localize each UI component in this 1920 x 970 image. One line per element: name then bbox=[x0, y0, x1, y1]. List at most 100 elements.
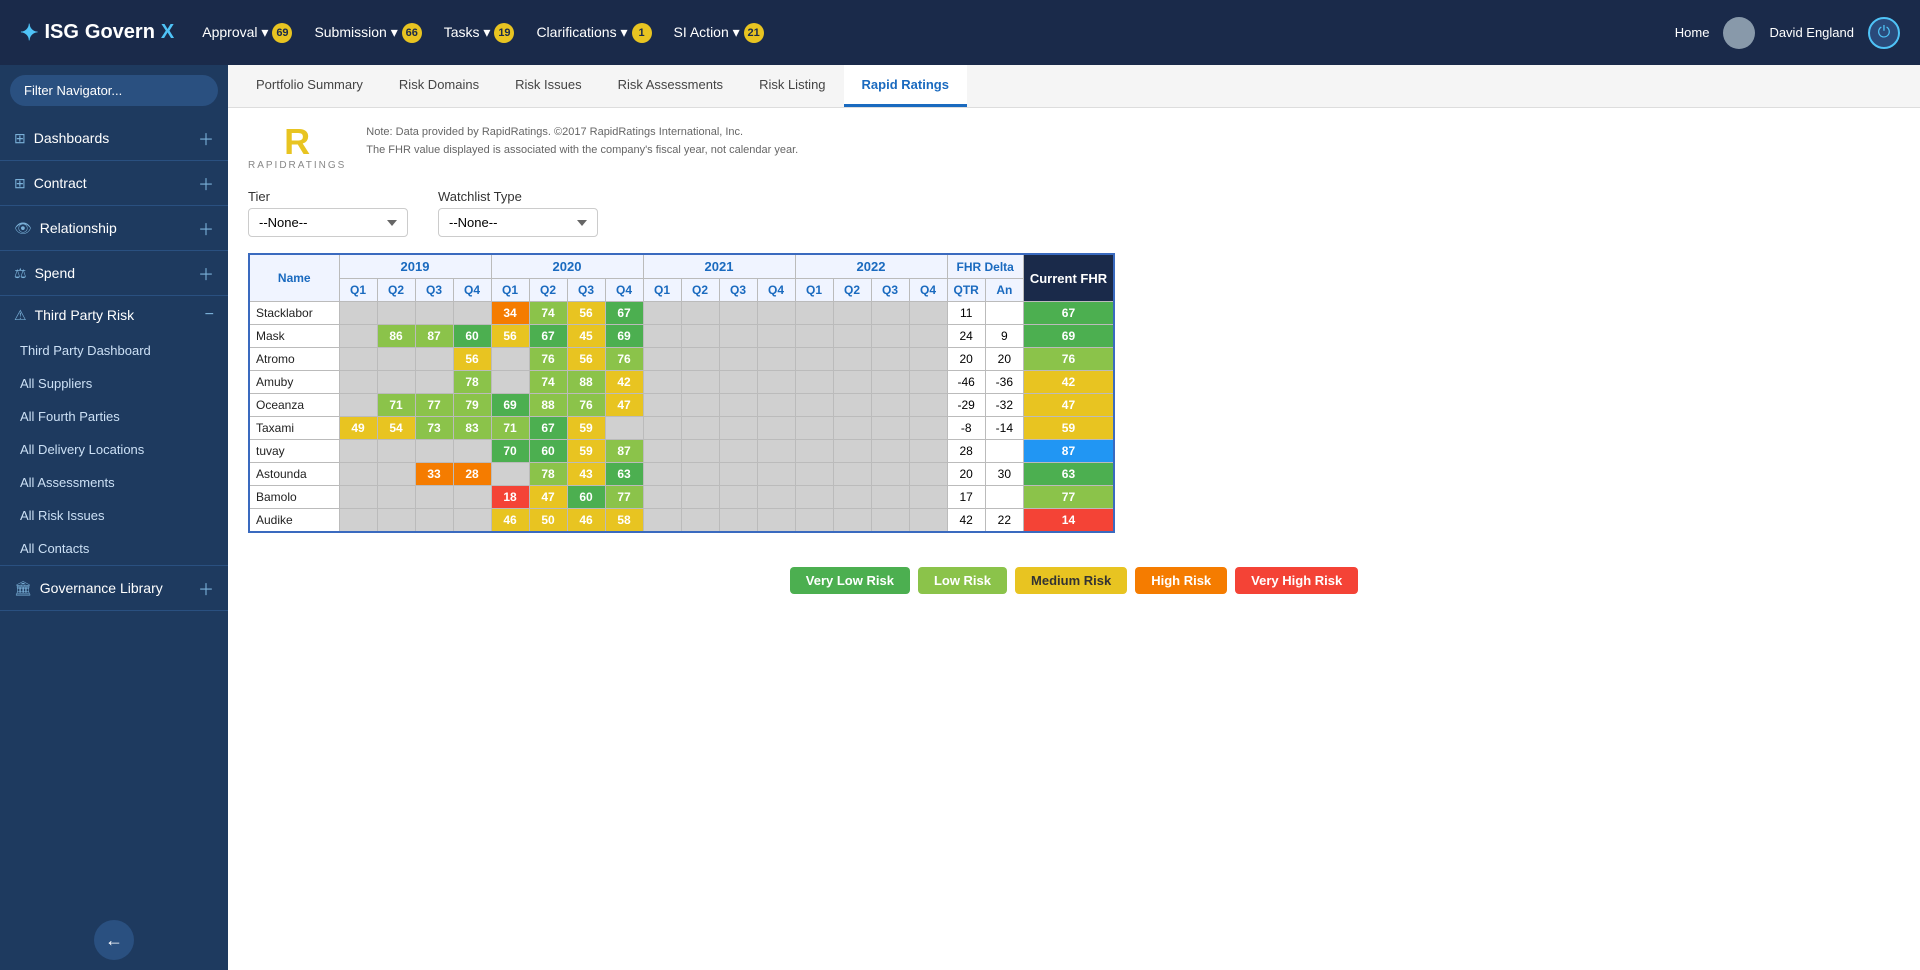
tab-risk-domains[interactable]: Risk Domains bbox=[381, 65, 497, 107]
cell-value bbox=[909, 463, 947, 486]
tab-risk-assessments[interactable]: Risk Assessments bbox=[600, 65, 741, 107]
sidebar-item-third-party-dashboard[interactable]: Third Party Dashboard bbox=[0, 334, 228, 367]
cell-value bbox=[681, 463, 719, 486]
col-2021-header: 2021 bbox=[643, 254, 795, 279]
cell-value bbox=[377, 440, 415, 463]
tab-rapid-ratings[interactable]: Rapid Ratings bbox=[844, 65, 967, 107]
nav-approval-badge: 69 bbox=[272, 23, 292, 43]
cell-value: 56 bbox=[567, 348, 605, 371]
filter-navigator[interactable]: Filter Navigator... bbox=[10, 75, 218, 106]
nav-si-action[interactable]: SI Action ▾ 21 bbox=[666, 19, 772, 47]
cell-value: 67 bbox=[605, 302, 643, 325]
sidebar-item-all-assessments[interactable]: All Assessments bbox=[0, 466, 228, 499]
rapid-note-line1: Note: Data provided by RapidRatings. ©20… bbox=[366, 124, 798, 142]
sidebar-item-all-risk-issues[interactable]: All Risk Issues bbox=[0, 499, 228, 532]
cell-value bbox=[757, 486, 795, 509]
nav-clarifications-label: Clarifications ▾ bbox=[536, 24, 627, 41]
sidebar-item-all-delivery-locations[interactable]: All Delivery Locations bbox=[0, 433, 228, 466]
nav-submission[interactable]: Submission ▾ 66 bbox=[306, 19, 429, 47]
cell-value bbox=[719, 463, 757, 486]
cell-value: 46 bbox=[567, 509, 605, 533]
col-2019-q2: Q2 bbox=[377, 279, 415, 302]
sidebar-section-contract: ⊞Contract ＋ bbox=[0, 161, 228, 206]
cell-value: 77 bbox=[415, 394, 453, 417]
sidebar-governance-header[interactable]: 🏛Governance Library ＋ bbox=[0, 566, 228, 610]
cell-value bbox=[909, 348, 947, 371]
cell-value bbox=[453, 302, 491, 325]
home-link[interactable]: Home bbox=[1675, 25, 1710, 40]
cell-value bbox=[871, 348, 909, 371]
watchlist-label: Watchlist Type bbox=[438, 189, 598, 204]
sidebar-item-all-suppliers[interactable]: All Suppliers bbox=[0, 367, 228, 400]
cell-fhr-an: -36 bbox=[985, 371, 1023, 394]
cell-value bbox=[795, 440, 833, 463]
cell-value: 67 bbox=[529, 417, 567, 440]
col-2022-header: 2022 bbox=[795, 254, 947, 279]
cell-value bbox=[415, 371, 453, 394]
watchlist-filter-group: Watchlist Type --None-- bbox=[438, 189, 598, 237]
col-fhr-delta-header: FHR Delta bbox=[947, 254, 1023, 279]
cell-name: Stacklabor bbox=[249, 302, 339, 325]
cell-current-fhr: 76 bbox=[1023, 348, 1114, 371]
back-button[interactable]: ← bbox=[94, 920, 134, 960]
nav-si-action-label: SI Action ▾ bbox=[674, 24, 740, 41]
cell-value bbox=[871, 509, 909, 533]
nav-clarifications-badge: 1 bbox=[632, 23, 652, 43]
nav-submission-label: Submission ▾ bbox=[314, 24, 397, 41]
cell-fhr-an: 20 bbox=[985, 348, 1023, 371]
cell-value bbox=[833, 486, 871, 509]
nav-approval[interactable]: Approval ▾ 69 bbox=[194, 19, 300, 47]
cell-value: 60 bbox=[529, 440, 567, 463]
power-button[interactable]: ⏻ bbox=[1868, 17, 1900, 49]
cell-fhr-an bbox=[985, 486, 1023, 509]
sidebar-section-relationship: 👁Relationship ＋ bbox=[0, 206, 228, 251]
cell-value bbox=[871, 371, 909, 394]
sidebar-dashboards-header[interactable]: ⊞Dashboards ＋ bbox=[0, 116, 228, 160]
dashboards-expand-icon: ＋ bbox=[198, 126, 214, 150]
tier-select[interactable]: --None-- bbox=[248, 208, 408, 237]
legend-very-low-risk: Very Low Risk bbox=[790, 567, 910, 594]
cell-name: tuvay bbox=[249, 440, 339, 463]
tab-portfolio-summary[interactable]: Portfolio Summary bbox=[238, 65, 381, 107]
cell-name: Oceanza bbox=[249, 394, 339, 417]
cell-value: 70 bbox=[491, 440, 529, 463]
cell-value bbox=[795, 394, 833, 417]
cell-fhr-qtr: 11 bbox=[947, 302, 985, 325]
cell-value bbox=[453, 440, 491, 463]
nav-tasks-badge: 19 bbox=[494, 23, 514, 43]
col-2020-q1: Q1 bbox=[491, 279, 529, 302]
cell-value: 59 bbox=[567, 417, 605, 440]
watchlist-select[interactable]: --None-- bbox=[438, 208, 598, 237]
cell-value: 43 bbox=[567, 463, 605, 486]
cell-value: 28 bbox=[453, 463, 491, 486]
sidebar-contract-header[interactable]: ⊞Contract ＋ bbox=[0, 161, 228, 205]
cell-value bbox=[871, 394, 909, 417]
cell-current-fhr: 63 bbox=[1023, 463, 1114, 486]
cell-value bbox=[681, 486, 719, 509]
cell-current-fhr: 14 bbox=[1023, 509, 1114, 533]
sidebar-item-all-fourth-parties[interactable]: All Fourth Parties bbox=[0, 400, 228, 433]
tab-risk-listing[interactable]: Risk Listing bbox=[741, 65, 843, 107]
cell-value: 60 bbox=[453, 325, 491, 348]
cell-current-fhr: 59 bbox=[1023, 417, 1114, 440]
legend-high-risk: High Risk bbox=[1135, 567, 1227, 594]
cell-value: 69 bbox=[491, 394, 529, 417]
sidebar-relationship-header[interactable]: 👁Relationship ＋ bbox=[0, 206, 228, 250]
table-row: Bamolo184760771777 bbox=[249, 486, 1114, 509]
cell-value bbox=[681, 394, 719, 417]
cell-fhr-qtr: 24 bbox=[947, 325, 985, 348]
nav-clarifications[interactable]: Clarifications ▾ 1 bbox=[528, 19, 659, 47]
table-row: tuvay706059872887 bbox=[249, 440, 1114, 463]
sidebar-third-party-risk-header[interactable]: ⚠Third Party Risk − bbox=[0, 296, 228, 334]
rapid-note: Note: Data provided by RapidRatings. ©20… bbox=[366, 124, 798, 159]
tab-risk-issues[interactable]: Risk Issues bbox=[497, 65, 599, 107]
sidebar-section-dashboards: ⊞Dashboards ＋ bbox=[0, 116, 228, 161]
risk-legend: Very Low Risk Low Risk Medium Risk High … bbox=[228, 553, 1920, 604]
table-row: Taxami49547383716759-8-1459 bbox=[249, 417, 1114, 440]
sidebar-item-all-contacts[interactable]: All Contacts bbox=[0, 532, 228, 565]
nav-tasks[interactable]: Tasks ▾ 19 bbox=[436, 19, 523, 47]
cell-value: 58 bbox=[605, 509, 643, 533]
legend-low-risk: Low Risk bbox=[918, 567, 1007, 594]
sidebar-spend-header[interactable]: ⚖Spend ＋ bbox=[0, 251, 228, 295]
cell-value: 42 bbox=[605, 371, 643, 394]
